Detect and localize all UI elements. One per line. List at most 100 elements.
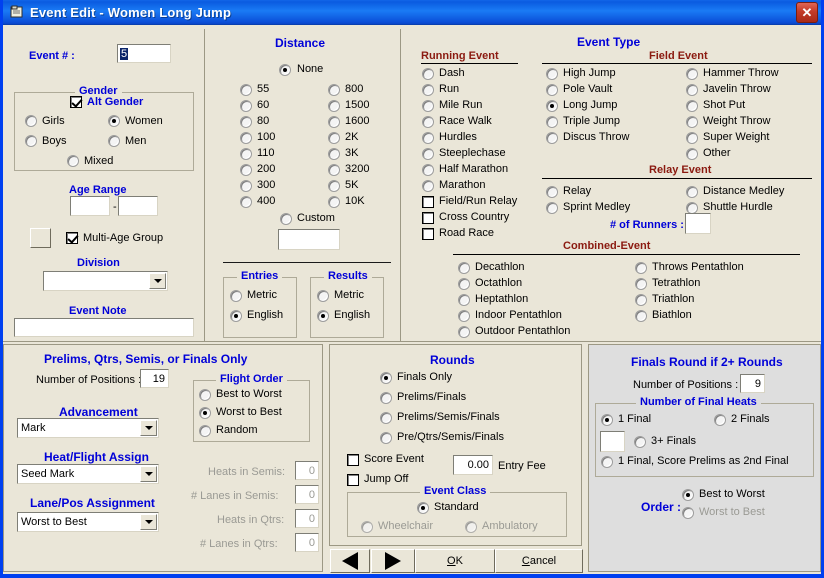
radio-combined-biathlon[interactable] <box>635 310 647 322</box>
ok-button[interactable]: OK <box>415 549 495 573</box>
radio-distance-300[interactable] <box>240 180 252 192</box>
radio-combined-tetrathlon[interactable] <box>635 278 647 290</box>
checkbox-jump-off[interactable] <box>347 474 359 486</box>
age-range-from-input[interactable] <box>70 196 110 216</box>
radio-class-wheelchair[interactable] <box>361 521 373 533</box>
radio-distance-200[interactable] <box>240 164 252 176</box>
radio-distance-55[interactable] <box>240 84 252 96</box>
event-number-input[interactable]: 5 <box>117 44 171 63</box>
event-note-input[interactable] <box>14 318 194 337</box>
advancement-select[interactable]: Mark <box>17 418 159 438</box>
radio-combined-triathlon[interactable] <box>635 294 647 306</box>
radio-distance-800[interactable] <box>328 84 340 96</box>
radio-distance-5k[interactable] <box>328 180 340 192</box>
radio-heats-3-plus-finals[interactable] <box>634 436 646 448</box>
radio-distance-400[interactable] <box>240 196 252 208</box>
runners-input[interactable] <box>685 213 711 234</box>
division-select[interactable] <box>43 271 168 291</box>
radio-gender-girls[interactable] <box>25 115 37 127</box>
finals-positions-input[interactable]: 9 <box>740 374 765 393</box>
radio-running-mile-run[interactable] <box>422 100 434 112</box>
radio-entries-english[interactable] <box>230 310 242 322</box>
lane-assign-select[interactable]: Worst to Best <box>17 512 159 532</box>
radio-entries-metric[interactable] <box>230 290 242 302</box>
heats-in-semis-input[interactable]: 0 <box>295 461 319 480</box>
radio-gender-boys[interactable] <box>25 135 37 147</box>
radio-heats-1-final-score-prelims[interactable] <box>601 456 613 468</box>
radio-gender-men[interactable] <box>108 135 120 147</box>
radio-running-race-walk[interactable] <box>422 116 434 128</box>
radio-combined-throws-pentathlon[interactable] <box>635 262 647 274</box>
final-heats-count-input[interactable] <box>600 431 625 452</box>
radio-field-super-weight[interactable] <box>686 132 698 144</box>
radio-gender-mixed[interactable] <box>67 155 79 167</box>
radio-distance-1600[interactable] <box>328 116 340 128</box>
age-range-to-input[interactable] <box>118 196 158 216</box>
multi-age-checkbox[interactable] <box>66 232 78 244</box>
chevron-down-icon[interactable] <box>149 273 166 289</box>
checkbox-road-race[interactable] <box>422 228 434 240</box>
chevron-down-icon[interactable] <box>140 420 157 436</box>
radio-distance-60[interactable] <box>240 100 252 112</box>
radio-running-run[interactable] <box>422 84 434 96</box>
radio-distance-1500[interactable] <box>328 100 340 112</box>
radio-flight-best-to-worst[interactable] <box>199 389 211 401</box>
radio-order-best-to-worst[interactable] <box>682 489 694 501</box>
radio-combined-octathlon[interactable] <box>458 278 470 290</box>
heats-in-qtrs-input[interactable]: 0 <box>295 509 319 528</box>
lanes-in-semis-input[interactable]: 0 <box>295 485 319 504</box>
radio-field-other[interactable] <box>686 148 698 160</box>
radio-rounds-finals-only[interactable] <box>380 372 392 384</box>
radio-combined-indoor-pentathlon[interactable] <box>458 310 470 322</box>
chevron-down-icon[interactable] <box>140 466 157 482</box>
radio-distance-3200[interactable] <box>328 164 340 176</box>
radio-rounds-prelims-semis-finals[interactable] <box>380 412 392 424</box>
radio-field-hammer-throw[interactable] <box>686 68 698 80</box>
radio-distance-80[interactable] <box>240 116 252 128</box>
alt-gender-checkbox[interactable] <box>70 96 82 108</box>
chevron-down-icon[interactable] <box>140 514 157 530</box>
cancel-button[interactable]: Cancel <box>495 549 583 573</box>
radio-running-half-marathon[interactable] <box>422 164 434 176</box>
radio-flight-worst-to-best[interactable] <box>199 407 211 419</box>
radio-distance-none[interactable] <box>279 64 291 76</box>
radio-class-ambulatory[interactable] <box>465 521 477 533</box>
radio-running-dash[interactable] <box>422 68 434 80</box>
radio-running-steeplechase[interactable] <box>422 148 434 160</box>
radio-relay-relay[interactable] <box>546 186 558 198</box>
radio-field-pole-vault[interactable] <box>546 84 558 96</box>
radio-field-weight-throw[interactable] <box>686 116 698 128</box>
radio-distance-3k[interactable] <box>328 148 340 160</box>
checkbox-score-event[interactable] <box>347 454 359 466</box>
close-button[interactable]: ✕ <box>796 2 818 23</box>
radio-relay-distance-medley[interactable] <box>686 186 698 198</box>
radio-running-hurdles[interactable] <box>422 132 434 144</box>
radio-distance-2k[interactable] <box>328 132 340 144</box>
radio-gender-women[interactable] <box>108 115 120 127</box>
entry-fee-input[interactable]: 0.00 <box>453 455 493 475</box>
next-button[interactable] <box>371 549 415 573</box>
radio-rounds-prelims-finals[interactable] <box>380 392 392 404</box>
radio-rounds-pre-qtrs-semis-finals[interactable] <box>380 432 392 444</box>
checkbox-field-run-relay[interactable] <box>422 196 434 208</box>
radio-order-worst-to-best[interactable] <box>682 507 694 519</box>
radio-field-long-jump[interactable] <box>546 100 558 112</box>
radio-field-high-jump[interactable] <box>546 68 558 80</box>
radio-combined-outdoor-pentathlon[interactable] <box>458 326 470 338</box>
radio-combined-heptathlon[interactable] <box>458 294 470 306</box>
multi-age-button[interactable] <box>30 228 51 248</box>
heat-assign-select[interactable]: Seed Mark <box>17 464 159 484</box>
previous-button[interactable] <box>330 549 370 573</box>
radio-distance-custom[interactable] <box>280 213 292 225</box>
radio-heats-2-finals[interactable] <box>714 414 726 426</box>
radio-class-standard[interactable] <box>417 502 429 514</box>
radio-heats-1-final[interactable] <box>601 414 613 426</box>
radio-relay-sprint-medley[interactable] <box>546 202 558 214</box>
radio-distance-10k[interactable] <box>328 196 340 208</box>
radio-running-marathon[interactable] <box>422 180 434 192</box>
prelims-positions-input[interactable]: 19 <box>140 369 169 388</box>
radio-field-javelin-throw[interactable] <box>686 84 698 96</box>
custom-distance-input[interactable] <box>278 229 340 250</box>
radio-results-metric[interactable] <box>317 290 329 302</box>
radio-distance-100[interactable] <box>240 132 252 144</box>
